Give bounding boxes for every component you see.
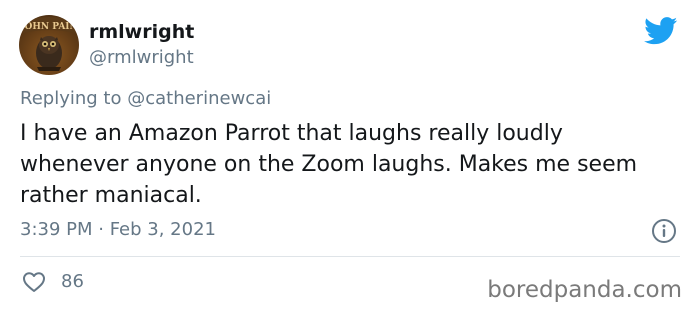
replying-to-label: Replying to [20, 88, 122, 109]
tweet-text: I have an Amazon Parrot that laughs real… [20, 121, 638, 208]
avatar[interactable]: JOHN PAIN [19, 15, 79, 75]
heart-icon[interactable] [22, 271, 46, 293]
divider [20, 256, 680, 257]
like-count: 86 [61, 271, 84, 292]
reply-target-link[interactable]: @catherinewcai [127, 88, 271, 109]
twitter-bird-icon[interactable] [644, 17, 678, 45]
author-display-name[interactable]: rmlwright [89, 20, 194, 44]
replying-to-line: Replying to @catherinewcai [20, 87, 271, 111]
info-icon[interactable] [651, 218, 677, 244]
tweet-timestamp[interactable]: 3:39 PM · Feb 3, 2021 [20, 218, 216, 242]
avatar-text: JOHN PAIN [19, 22, 78, 32]
avatar-image: JOHN PAIN [19, 17, 78, 71]
watermark: boredpanda.com [487, 277, 682, 303]
author-handle[interactable]: @rmlwright [89, 46, 194, 70]
